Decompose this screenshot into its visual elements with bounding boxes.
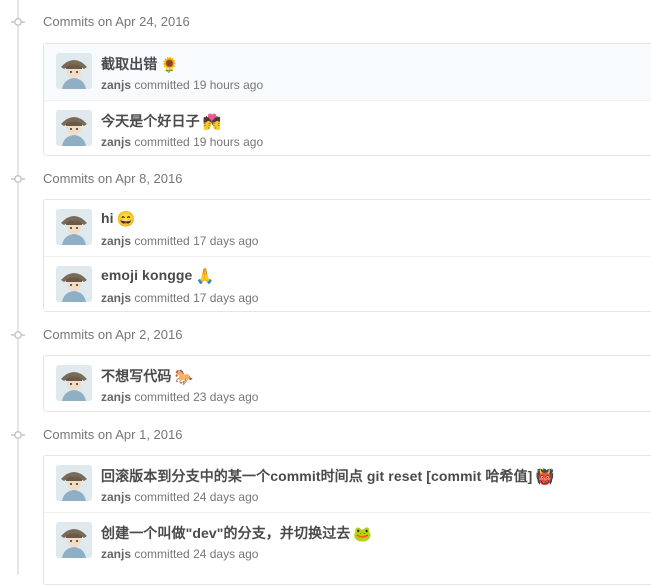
commit-message[interactable]: 今天是个好日子 💏 [101,111,221,131]
commit-action: committed [134,78,190,92]
avatar[interactable] [56,465,92,501]
japanese-ogre-icon: 👹 [535,469,555,486]
frog-icon: 🐸 [353,526,373,543]
avatar[interactable] [56,209,92,245]
commit-group-title: Commits on Apr 24, 2016 [43,14,190,29]
commit-author[interactable]: zanjs [101,390,131,404]
commit-author[interactable]: zanjs [101,291,131,305]
commit-message-text[interactable]: 回滚版本到分支中的某一个commit时间点 git reset [commit … [101,468,532,484]
commit-author[interactable]: zanjs [101,135,131,149]
commit-time: 17 days ago [193,291,259,305]
commit-group-title: Commits on Apr 2, 2016 [43,327,183,342]
smile-icon: 😄 [116,211,136,228]
commit-list: 回滚版本到分支中的某一个commit时间点 git reset [commit … [43,455,651,585]
commit-list: 截取出错 🌻 zanjs committed 19 hours ago 今天是个好… [43,43,651,156]
commit-time: 19 hours ago [193,135,264,149]
commit-meta: zanjs committed 19 hours ago [101,135,263,149]
commit-meta: zanjs committed 19 hours ago [101,78,263,92]
commit-action: committed [134,291,190,305]
commit-message-text[interactable]: hi [101,210,114,226]
commit-group-title: Commits on Apr 8, 2016 [43,171,183,186]
git-commit-icon [11,173,25,185]
commit-message[interactable]: hi 😄 [101,210,135,228]
commit-action: committed [134,390,190,404]
commit-message-text[interactable]: 不想写代码 [101,368,172,384]
commit-item: emoji kongge 🙏 zanjs committed 17 days ag… [44,256,651,312]
commit-group-title: Commits on Apr 1, 2016 [43,427,183,442]
commit-message-text[interactable]: emoji kongge [101,267,192,283]
commit-time: 23 days ago [193,390,259,404]
commit-meta: zanjs committed 23 days ago [101,390,258,404]
commit-message[interactable]: 截取出错 🌻 [101,54,179,74]
commit-author[interactable]: zanjs [101,78,131,92]
commit-author[interactable]: zanjs [101,490,131,504]
git-commit-icon [11,16,25,28]
commit-time: 19 hours ago [193,78,264,92]
avatar[interactable] [56,365,92,401]
commit-group-header: Commits on Apr 24, 2016 [0,12,651,32]
commit-author[interactable]: zanjs [101,234,131,248]
couplekiss-icon: 💏 [202,114,222,131]
commit-list: 不想写代码 🐎 zanjs committed 23 days ago [43,355,651,412]
commit-message[interactable]: 不想写代码 🐎 [101,366,193,386]
commit-meta: zanjs committed 17 days ago [101,291,258,305]
avatar[interactable] [56,110,92,146]
commit-message-text[interactable]: 创建一个叫做"dev"的分支，并切换过去 [101,525,350,541]
commit-meta: zanjs committed 17 days ago [101,234,258,248]
commit-action: committed [134,135,190,149]
commit-meta: zanjs committed 24 days ago [101,547,258,561]
commit-group-header: Commits on Apr 2, 2016 [0,325,651,345]
avatar[interactable] [56,53,92,89]
commit-action: committed [134,490,190,504]
commit-message[interactable]: 创建一个叫做"dev"的分支，并切换过去 🐸 [101,523,372,543]
pray-icon: 🙏 [195,268,215,285]
commit-timeline: Commits on Apr 24, 2016 截取出错 🌻 zanjs comm… [0,0,651,585]
commit-message[interactable]: 回滚版本到分支中的某一个commit时间点 git reset [commit … [101,466,554,486]
commit-time: 17 days ago [193,234,259,248]
commit-time: 24 days ago [193,547,259,561]
git-commit-icon [11,329,25,341]
git-commit-icon [11,429,25,441]
commit-action: committed [134,547,190,561]
commit-meta: zanjs committed 24 days ago [101,490,258,504]
commit-item: hi 😄 zanjs committed 17 days ago [44,200,651,256]
commit-time: 24 days ago [193,490,259,504]
commit-message-text[interactable]: 今天是个好日子 [101,113,200,129]
sunflower-icon: 🌻 [160,57,180,74]
commit-item: 回滚版本到分支中的某一个commit时间点 git reset [commit … [44,456,651,512]
timeline-line [17,0,19,575]
commit-group-header: Commits on Apr 8, 2016 [0,169,651,189]
horse-icon: 🐎 [174,369,194,386]
commit-item: 今天是个好日子 💏 zanjs committed 19 hours ago [44,100,651,156]
commit-item: 创建一个叫做"dev"的分支，并切换过去 🐸 zanjs committed 24… [44,512,651,568]
commit-message[interactable]: emoji kongge 🙏 [101,267,214,285]
commit-group-header: Commits on Apr 1, 2016 [0,425,651,445]
avatar[interactable] [56,522,92,558]
commit-action: committed [134,234,190,248]
commit-message-text[interactable]: 截取出错 [101,56,157,72]
avatar[interactable] [56,266,92,302]
commit-author[interactable]: zanjs [101,547,131,561]
commit-list: hi 😄 zanjs committed 17 days ago emoji ko… [43,199,651,312]
commit-item: 截取出错 🌻 zanjs committed 19 hours ago [44,44,651,100]
commit-item: 不想写代码 🐎 zanjs committed 23 days ago [44,356,651,412]
